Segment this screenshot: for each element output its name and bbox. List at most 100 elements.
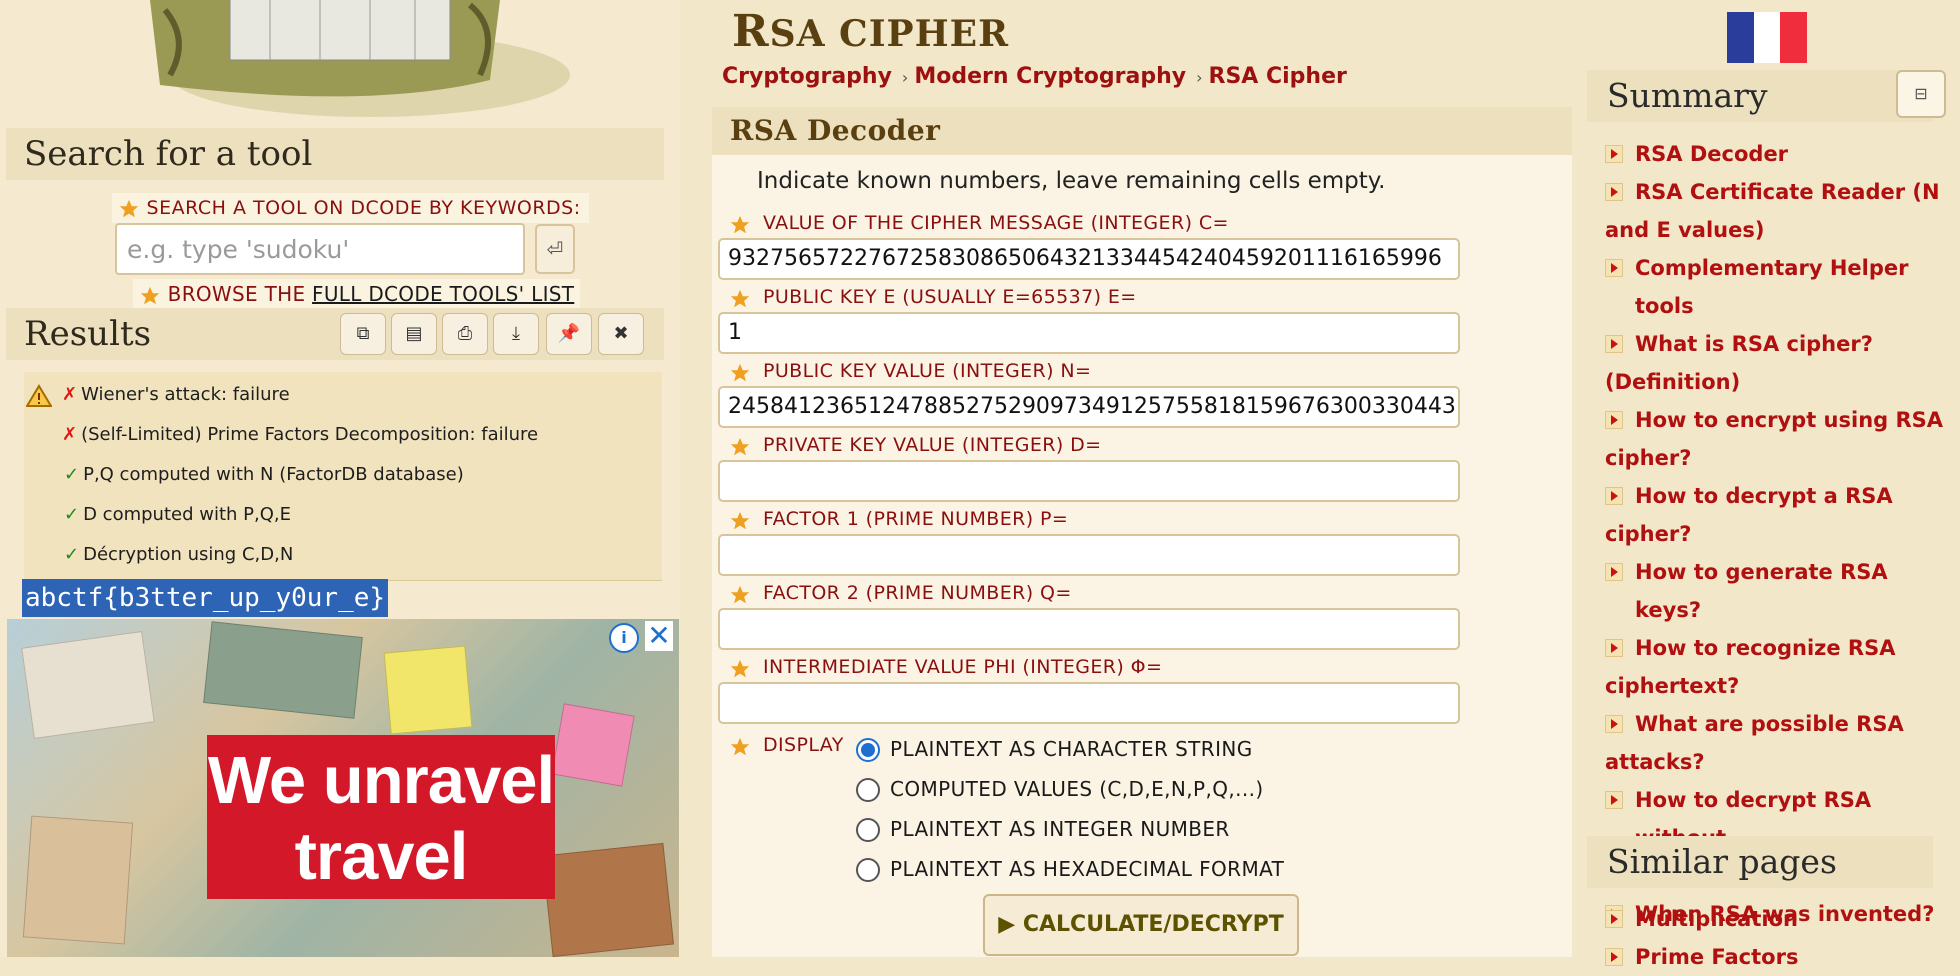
collapse-summary-button[interactable]: ⊟ [1896,70,1946,118]
radio-plaintext-string[interactable] [856,738,880,762]
field-label-text: INTERMEDIATE VALUE PHI (INTEGER) Φ= [763,656,1163,678]
radio-plaintext-hex[interactable] [856,858,880,882]
public-key-n-input[interactable]: 2458412365124788527529097349125755818159… [718,386,1460,428]
calculate-label: CALCULATE/DECRYPT [1022,912,1284,937]
star-icon [730,585,750,604]
summary-link-text: and E values) [1605,218,1765,242]
arrow-icon [1605,948,1623,966]
download-results-button[interactable]: ⤓ [493,313,539,355]
result-line: ✓ D computed with P,Q,E [64,504,291,525]
similar-link-text: Multiplication [1635,907,1798,931]
summary-link[interactable]: How to encrypt using RSA cipher? [1605,401,1945,477]
summary-link-text: How to generate RSA keys? [1635,560,1888,622]
star-icon [730,511,750,530]
cipher-message-input[interactable]: 9327565722767258308650643213344542404592… [718,238,1460,280]
print-results-button[interactable]: ⎙ [442,313,488,355]
arrow-icon [1605,183,1623,201]
breadcrumb: Cryptography › Modern Cryptography › RSA Cip… [722,64,1347,89]
close-results-button[interactable]: ✖ [598,313,644,355]
summary-link-text: ciphertext? [1605,674,1740,698]
full-tools-list-link[interactable]: FULL DCODE TOOLS' LIST [312,282,574,306]
radio-computed-values[interactable] [856,778,880,802]
page-title: RSA CIPHER [732,6,1009,57]
ad-photo [21,630,155,740]
similar-page-link[interactable]: Multiplication [1605,900,1945,938]
summary-link[interactable]: How to generate RSA keys? [1605,553,1945,629]
radio-label[interactable]: PLAINTEXT AS HEXADECIMAL FORMAT [890,857,1284,881]
summary-link[interactable]: RSA Decoder [1605,135,1945,173]
ad-info-icon[interactable]: i [609,623,639,653]
tool-search-input[interactable] [115,223,525,275]
similar-pages-heading: Similar pages [1587,836,1933,888]
title-part: SA C [769,13,869,55]
summary-link[interactable]: How to recognize RSA ciphertext? [1605,629,1945,705]
field-label-text: FACTOR 1 (PRIME NUMBER) P= [763,508,1069,530]
breadcrumb-link[interactable]: Cryptography [722,64,892,89]
similar-page-link[interactable]: Prime Factors [1605,938,1945,976]
flag-stripe [1780,12,1807,63]
ad-sticky-note [551,703,635,787]
breadcrumb-link[interactable]: RSA Cipher [1209,64,1347,89]
summary-link-text: attacks? [1605,750,1705,774]
summary-link-text: cipher? [1605,446,1692,470]
result-line: ✓ P,Q computed with N (FactorDB database) [64,464,464,485]
french-flag-icon[interactable] [1727,12,1807,63]
export-results-button[interactable]: ▤ [391,313,437,355]
results-panel: ✗ Wiener's attack: failure ✗ (Self-Limited… [24,372,662,581]
field-label-text: VALUE OF THE CIPHER MESSAGE (INTEGER) C= [763,212,1229,234]
calculate-decrypt-button[interactable]: ▶ CALCULATE/DECRYPT [983,894,1299,956]
private-key-d-label: PRIVATE KEY VALUE (INTEGER) D= [730,434,1101,456]
arrow-icon [1605,791,1623,809]
result-text: P,Q computed with N (FactorDB database) [83,464,464,485]
summary-link[interactable]: What is RSA cipher? (Definition) [1605,325,1945,401]
warning-icon [26,384,52,407]
breadcrumb-link[interactable]: Modern Cryptography [914,64,1186,89]
result-text: Wiener's attack: failure [81,384,290,405]
enter-icon: ⏎ [546,237,564,261]
private-key-d-input[interactable] [718,460,1460,502]
ad-close-icon[interactable]: ✕ [645,621,673,651]
similar-pages-list: Multiplication Prime Factors [1605,900,1945,976]
star-icon [730,437,750,456]
similar-link-text: Prime Factors [1635,945,1799,969]
summary-link[interactable]: RSA Certificate Reader (N and E values) [1605,173,1945,249]
result-text: Décryption using C,D,N [83,544,294,565]
arrow-icon [1605,563,1623,581]
public-key-e-input[interactable]: 1 [718,312,1460,354]
radio-label[interactable]: COMPUTED VALUES (C,D,E,N,P,Q,...) [890,777,1264,801]
arrow-icon [1605,910,1623,928]
factor-p-input[interactable] [718,534,1460,576]
ad-headline-line: travel [294,819,469,894]
cipher-cylinder-logo [150,0,570,117]
pin-results-button[interactable]: 📌 [546,313,592,355]
radio-plaintext-integer[interactable] [856,818,880,842]
copy-results-button[interactable]: ⧉ [340,313,386,355]
summary-link[interactable]: Complementary Helper tools [1605,249,1945,325]
field-label-text: PUBLIC KEY VALUE (INTEGER) N= [763,360,1092,382]
summary-link-text: Complementary Helper tools [1635,256,1909,318]
print-icon: ⎙ [457,323,473,344]
arrow-icon [1605,259,1623,277]
pin-icon: 📌 [557,323,581,344]
radio-label[interactable]: PLAINTEXT AS CHARACTER STRING [890,737,1253,761]
summary-link[interactable]: How to decrypt a RSA cipher? [1605,477,1945,553]
radio-label[interactable]: PLAINTEXT AS INTEGER NUMBER [890,817,1230,841]
summary-link[interactable]: What are possible RSA attacks? [1605,705,1945,781]
search-submit-button[interactable]: ⏎ [535,224,575,274]
advertisement[interactable]: We unravel travel i ✕ [7,619,679,957]
keywords-label-text: SEARCH A TOOL ON DCODE BY KEYWORDS: [146,197,581,219]
factor-q-input[interactable] [718,608,1460,650]
summary-heading: Summary [1587,70,1933,122]
star-icon [730,363,750,382]
phi-input[interactable] [718,682,1460,724]
success-icon: ✓ [64,544,80,565]
summary-link-text: How to encrypt using RSA [1635,408,1944,432]
close-icon: ✖ [613,323,629,344]
decrypted-output[interactable]: abctf{b3tter_up_y0ur_e} [22,579,389,617]
collapse-icon: ⊟ [1914,84,1928,103]
ad-headline: We unravel travel [207,743,555,895]
summary-link-text: RSA Certificate Reader (N [1635,180,1940,204]
summary-list: RSA Decoder RSA Certificate Reader (N and… [1605,135,1945,933]
keywords-label: SEARCH A TOOL ON DCODE BY KEYWORDS: [112,193,589,223]
result-line: ✗ (Self-Limited) Prime Factors Decomposit… [62,424,538,445]
